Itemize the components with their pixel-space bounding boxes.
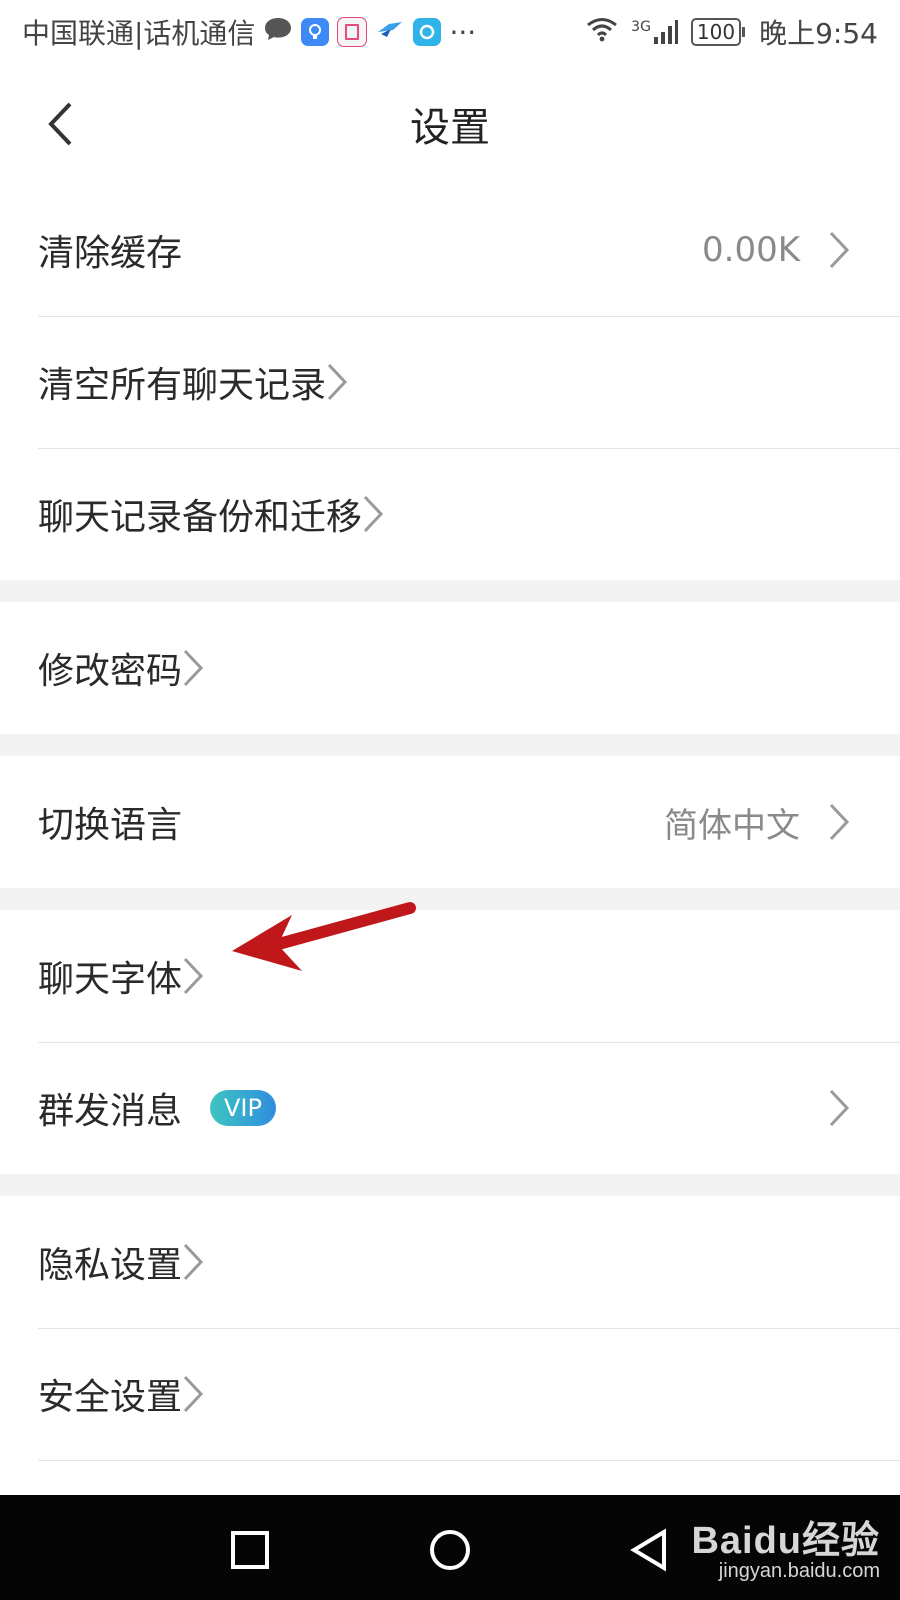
- row-label: 安全设置: [38, 1377, 183, 1418]
- chevron-right-icon: [828, 802, 850, 842]
- section-divider: [0, 888, 900, 910]
- recent-apps-button[interactable]: [225, 1525, 275, 1575]
- chevron-right-icon: [182, 1242, 204, 1282]
- home-button[interactable]: [425, 1525, 475, 1575]
- settings-row-change-password[interactable]: 修改密码: [0, 602, 900, 734]
- status-right: 3G 100 晚上9:54: [585, 12, 878, 52]
- signal-icon: 3G: [631, 19, 679, 45]
- chevron-right-icon: [182, 648, 204, 688]
- settings-group-privacy: 隐私设置 安全设置: [0, 1196, 900, 1461]
- page-title: 设置: [410, 105, 490, 151]
- row-divider: [38, 1460, 900, 1461]
- row-label: 聊天字体: [38, 959, 183, 1000]
- header-bar: 设置: [0, 64, 900, 184]
- settings-group-password: 修改密码: [0, 602, 900, 734]
- chevron-right-icon: [326, 362, 348, 402]
- browser-app-icon: [413, 18, 442, 46]
- settings-row-security[interactable]: 安全设置: [0, 1328, 900, 1460]
- vip-badge: VIP: [210, 1090, 276, 1126]
- chevron-right-icon: [182, 1374, 204, 1414]
- settings-row-privacy[interactable]: 隐私设置: [0, 1196, 900, 1328]
- square-icon: [231, 1531, 269, 1569]
- network-type-label: 3G: [631, 19, 651, 35]
- watermark-brand: Baidu经验: [691, 1520, 880, 1562]
- bird-app-icon: [375, 16, 405, 49]
- more-notifications-indicator: ···: [449, 15, 477, 49]
- settings-row-clear-cache[interactable]: 清除缓存 0.00K: [0, 184, 900, 316]
- document-app-icon: [337, 17, 368, 47]
- red-arrow-annotation: [232, 902, 416, 971]
- row-label: 聊天记录备份和迁移: [38, 497, 363, 538]
- battery-indicator: 100: [690, 18, 746, 46]
- row-label: 清除缓存: [38, 233, 183, 274]
- triangle-back-icon: [630, 1528, 666, 1572]
- settings-group-storage: 清除缓存 0.00K 清空所有聊天记录 聊天记录备份和迁移: [0, 184, 900, 580]
- status-bar: 中国联通|话机通信 ··· 3G 100 晚上9:54: [0, 0, 900, 64]
- back-button[interactable]: [30, 94, 90, 154]
- settings-row-switch-language[interactable]: 切换语言 简体中文: [0, 756, 900, 888]
- row-label: 清空所有聊天记录: [38, 365, 327, 406]
- language-value: 简体中文: [664, 805, 800, 846]
- settings-list: 清除缓存 0.00K 清空所有聊天记录 聊天记录备份和迁移 修改密码 切换语言 …: [0, 184, 900, 1461]
- circle-icon: [430, 1530, 470, 1570]
- row-label: 群发消息: [38, 1091, 183, 1132]
- chevron-right-icon: [182, 956, 204, 996]
- section-divider: [0, 580, 900, 602]
- settings-group-chat: 聊天字体 群发消息 VIP: [0, 910, 900, 1174]
- settings-row-chat-backup[interactable]: 聊天记录备份和迁移: [0, 448, 900, 580]
- section-divider: [0, 734, 900, 756]
- settings-row-chat-font[interactable]: 聊天字体: [0, 910, 900, 1042]
- settings-row-clear-chat-history[interactable]: 清空所有聊天记录: [0, 316, 900, 448]
- chevron-right-icon: [828, 230, 850, 270]
- cache-size-value: 0.00K: [702, 230, 800, 270]
- lightbulb-app-icon: [301, 18, 330, 46]
- row-label: 切换语言: [38, 805, 183, 846]
- clock: 晚上9:54: [759, 17, 878, 50]
- row-label: 修改密码: [38, 651, 183, 692]
- chevron-right-icon: [828, 1088, 850, 1128]
- chevron-right-icon: [362, 494, 384, 534]
- back-nav-button[interactable]: [625, 1525, 675, 1575]
- watermark-url: jingyan.baidu.com: [718, 1560, 880, 1582]
- carrier-text: 中国联通|话机通信: [22, 17, 256, 50]
- status-left: 中国联通|话机通信 ···: [22, 12, 585, 52]
- wifi-icon: [585, 16, 619, 49]
- chat-bubble-icon: [263, 16, 293, 49]
- system-navigation-bar: Baidu经验 jingyan.baidu.com: [0, 1495, 900, 1600]
- row-label: 隐私设置: [38, 1245, 183, 1286]
- baidu-jingyan-watermark: Baidu经验 jingyan.baidu.com: [691, 1509, 880, 1583]
- section-divider: [0, 1174, 900, 1196]
- settings-group-language: 切换语言 简体中文: [0, 756, 900, 888]
- chevron-left-icon: [48, 102, 72, 146]
- settings-row-broadcast-message[interactable]: 群发消息 VIP: [0, 1042, 900, 1174]
